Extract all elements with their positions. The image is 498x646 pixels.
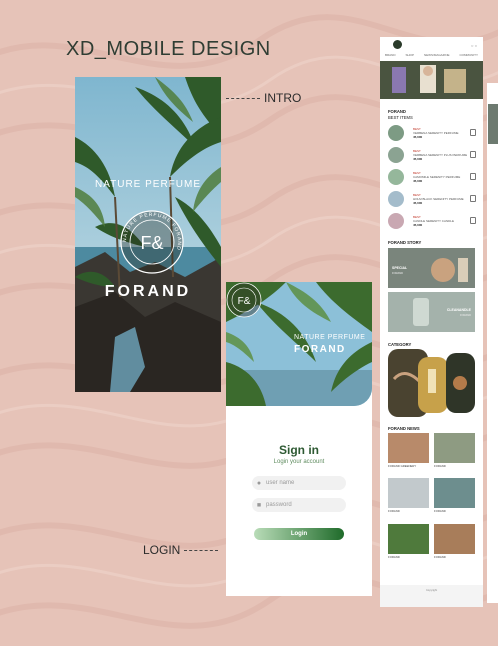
product-price: 45,000 — [413, 201, 423, 205]
login-seal-mark: F& — [238, 296, 251, 307]
main-hero-banner[interactable] — [380, 61, 483, 99]
story-section-title: FORAND STORY — [388, 240, 422, 245]
username-field[interactable]: ● user name — [252, 476, 346, 490]
news-caption: FORAND — [388, 555, 400, 559]
product-thumb — [388, 169, 404, 185]
news-caption: FORAND — [388, 509, 400, 513]
product-thumb — [388, 147, 404, 163]
news-item[interactable]: FORAND — [434, 433, 475, 468]
cart-icon[interactable] — [470, 151, 476, 158]
cart-icon[interactable] — [470, 217, 476, 224]
news-thumb — [388, 478, 429, 508]
footer-text: Copyright — [425, 589, 438, 592]
news-thumb — [434, 433, 475, 463]
cart-icon[interactable] — [470, 129, 476, 136]
cart-icon[interactable] — [470, 173, 476, 180]
news-thumb — [388, 433, 429, 463]
category-carousel[interactable] — [388, 349, 475, 419]
news-item[interactable]: FORAND — [388, 524, 429, 559]
callout-dash — [226, 97, 260, 99]
best-item[interactable]: BEST VERBENA SERENITY PERFUME 45,000 — [388, 125, 476, 143]
product-thumb — [388, 213, 404, 229]
best-section-subtitle: BEST ITEMS — [388, 115, 413, 120]
main-nav: BRAND SHOP NEWS/MAGAZINE COMMUNITY — [380, 53, 483, 61]
main-page-screen: ○ ○ BRAND SHOP NEWS/MAGAZINE COMMUNITY F… — [380, 37, 483, 607]
nav-item-brand[interactable]: BRAND — [385, 53, 396, 61]
news-item[interactable]: FORAND — [434, 478, 475, 513]
story-card-text: FORAND — [392, 272, 403, 275]
news-caption: FORAND GREENERY — [388, 464, 417, 468]
story-card-label: SPECIAL — [392, 266, 408, 270]
intro-tagline: NATURE PERFUME — [94, 179, 202, 190]
cart-icon[interactable] — [470, 195, 476, 202]
topbar-icons[interactable]: ○ ○ — [471, 43, 477, 48]
news-item[interactable]: FORAND — [388, 478, 429, 513]
username-placeholder: user name — [266, 480, 295, 486]
product-price: 45,000 — [413, 157, 423, 161]
news-section-title: FORAND NEWS — [388, 426, 420, 431]
login-screen: F& NATURE PERFUME FORAND Sign in Login y… — [226, 282, 372, 596]
hero-banner-image — [380, 61, 483, 99]
callout-login: LOGIN — [143, 543, 219, 557]
news-thumb — [434, 478, 475, 508]
page-heading: XD_MOBILE DESIGN — [66, 38, 271, 60]
news-thumb — [388, 524, 429, 554]
brand-seal-logo: NATURE PERFUME FORAND F& — [120, 210, 184, 274]
main-footer: Copyright — [380, 585, 483, 607]
callout-dash — [184, 549, 219, 551]
sign-in-title: Sign in — [279, 443, 319, 457]
nav-item-shop[interactable]: SHOP — [405, 53, 414, 61]
news-item[interactable]: FORAND GREENERY — [388, 433, 429, 468]
story-card[interactable]: SPECIAL FORAND — [388, 248, 475, 288]
news-thumb — [434, 524, 475, 554]
category-section-title: CATEGORY — [388, 342, 412, 347]
product-thumb — [388, 125, 404, 141]
product-price: 45,000 — [413, 135, 423, 139]
story-card-text: FORAND — [460, 314, 471, 317]
lock-icon: ■ — [256, 501, 262, 509]
intro-brand-name: FORAND — [104, 283, 192, 300]
main-logo[interactable] — [393, 40, 402, 49]
user-icon: ● — [256, 479, 262, 487]
login-hero-image: F& NATURE PERFUME FORAND — [226, 282, 372, 406]
news-caption: FORAND — [434, 509, 446, 513]
login-seal-logo: F& — [226, 282, 262, 318]
callout-login-label: LOGIN — [143, 543, 181, 557]
nav-item-news[interactable]: NEWS/MAGAZINE — [424, 53, 450, 61]
next-artboard-edge — [487, 83, 498, 603]
news-caption: FORAND — [434, 555, 446, 559]
sign-in-subtitle: Login your account — [273, 459, 325, 465]
login-button[interactable]: Login — [254, 528, 344, 540]
seal-mark: F& — [140, 233, 163, 253]
story-card-image — [388, 292, 475, 332]
callout-intro: INTRO — [226, 91, 301, 105]
story-card-label: CLEANANDLE — [446, 308, 471, 312]
main-topbar: ○ ○ — [380, 37, 483, 53]
best-section-title: FORAND — [388, 109, 406, 114]
next-artboard-image — [488, 104, 498, 144]
password-field[interactable]: ■ password — [252, 498, 346, 512]
news-caption: FORAND — [434, 464, 446, 468]
callout-intro-label: INTRO — [264, 91, 302, 105]
intro-screen: NATURE PERFUME NATURE PERFUME FORAND F& … — [75, 77, 221, 392]
best-item[interactable]: BEST HOLM BLACK SERENITY PERFUME 45,000 — [388, 191, 476, 209]
best-item[interactable]: BEST CAMOMILE SERENITY PERFUME 45,000 — [388, 169, 476, 187]
nav-item-community[interactable]: COMMUNITY — [459, 53, 478, 61]
news-item[interactable]: FORAND — [434, 524, 475, 559]
best-item[interactable]: BEST CANDLE SERENITY CANDLE 45,000 — [388, 213, 476, 231]
product-thumb — [388, 191, 404, 207]
story-card[interactable]: CLEANANDLE FORAND — [388, 292, 475, 332]
login-brand-name: FORAND — [294, 344, 346, 355]
password-placeholder: password — [266, 502, 292, 508]
best-item[interactable]: BEST VERBENA SERENITY PLUS PERFUME 45,00… — [388, 147, 476, 165]
login-tagline: NATURE PERFUME — [294, 334, 366, 341]
product-price: 45,000 — [413, 179, 423, 183]
product-price: 45,000 — [413, 223, 423, 227]
